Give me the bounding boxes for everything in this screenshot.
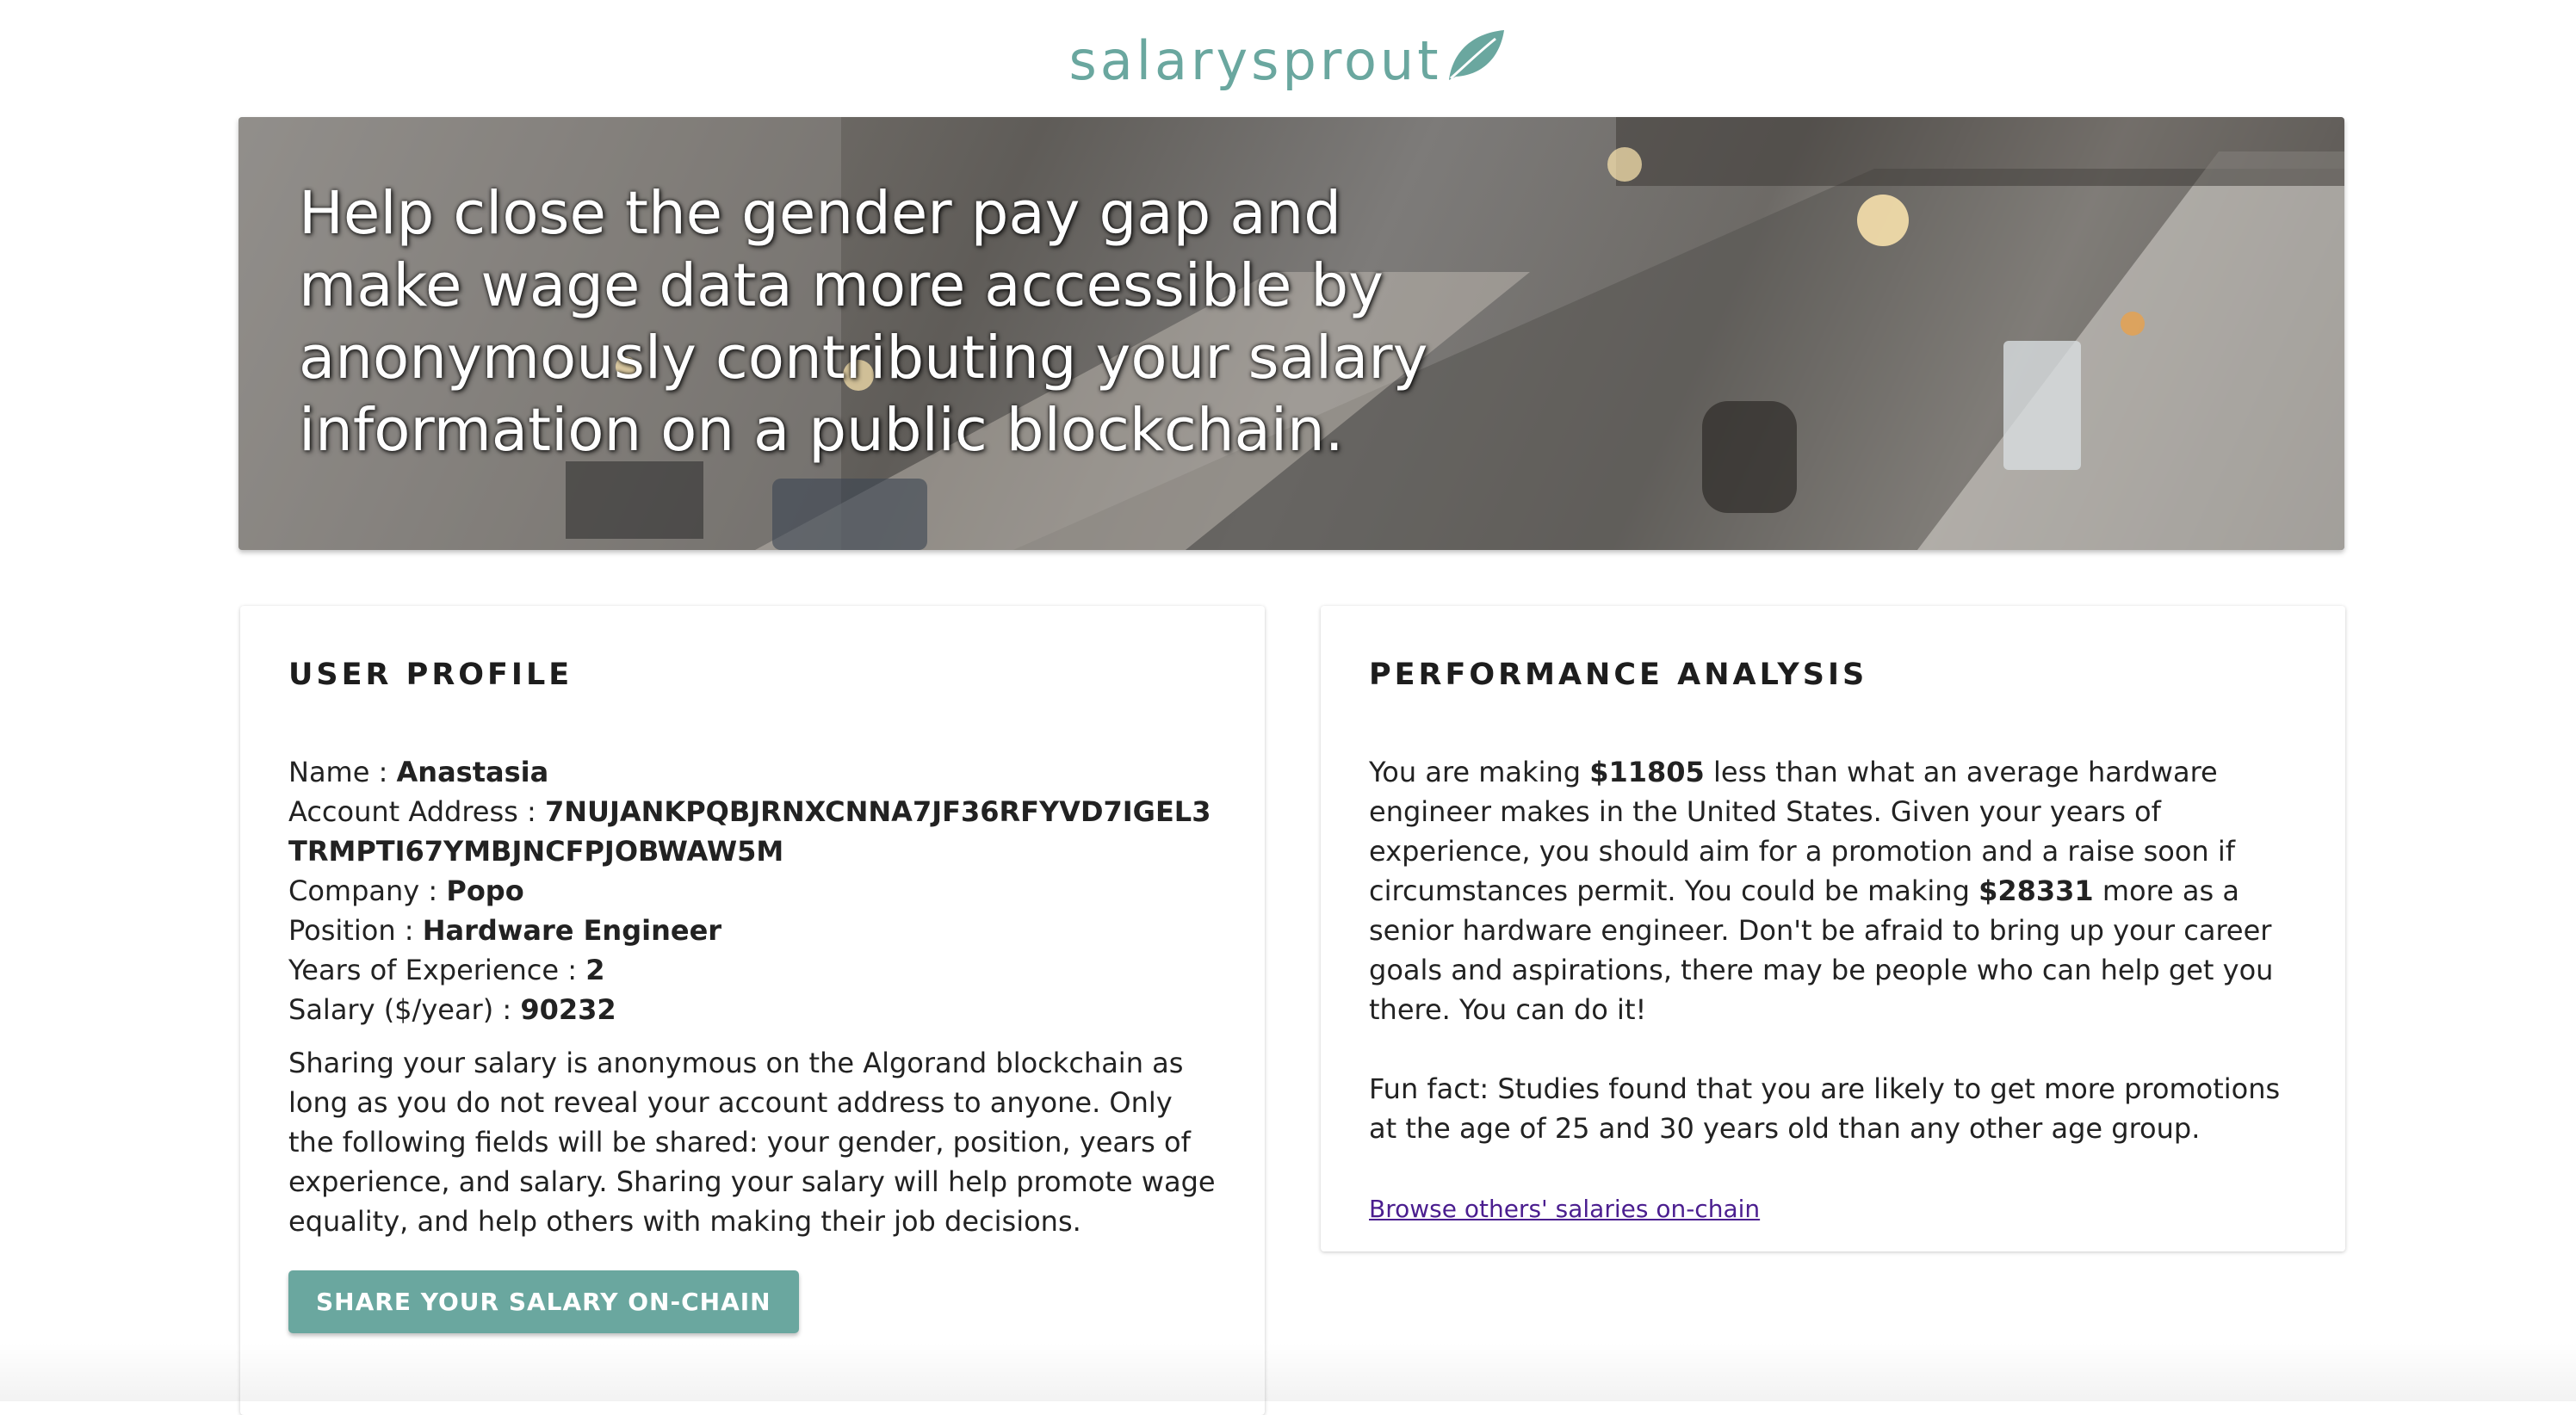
performance-analysis-card: PERFORMANCE ANALYSIS You are making $118… [1321,606,2345,1251]
salary-label: Salary ($/year) : [288,993,521,1026]
hero-banner: Help close the gender pay gap and make w… [238,117,2344,550]
leaf-icon [1448,30,1504,80]
analysis-amount-more: $28331 [1978,874,2094,907]
brand-name: salarysprout [1068,28,1442,92]
fun-fact-text: Fun fact: Studies found that you are lik… [1369,1072,2281,1145]
position-label: Position : [288,914,423,947]
share-salary-button[interactable]: SHARE YOUR SALARY ON-CHAIN [288,1270,799,1333]
profile-address-row: Account Address : 7NUJANKPQBJRNXCNNA7JF3… [288,792,1217,871]
profile-company-row: Company : Popo [288,871,1217,911]
browse-salaries-link[interactable]: Browse others' salaries on-chain [1369,1195,1760,1223]
name-value: Anastasia [396,756,549,788]
performance-analysis-title: PERFORMANCE ANALYSIS [1369,658,1868,692]
profile-name-row: Name : Anastasia [288,752,1217,792]
site-logo[interactable]: salarysprout [0,26,2576,95]
experience-label: Years of Experience : [288,954,586,986]
analysis-part-1: You are making [1369,756,1590,788]
company-label: Company : [288,874,447,907]
performance-analysis-text: You are making $11805 less than what an … [1369,752,2297,1029]
position-value: Hardware Engineer [422,914,722,947]
profile-salary-row: Salary ($/year) : 90232 [288,990,1217,1029]
address-label: Account Address : [288,795,545,828]
privacy-disclaimer: Sharing your salary is anonymous on the … [288,1047,1216,1238]
experience-value: 2 [585,954,605,986]
user-profile-card: USER PROFILE Name : Anastasia Account Ad… [240,606,1265,1415]
profile-experience-row: Years of Experience : 2 [288,950,1217,990]
user-profile-title: USER PROFILE [288,658,573,692]
hero-headline: Help close the gender pay gap and make w… [299,179,1428,465]
profile-position-row: Position : Hardware Engineer [288,911,1217,950]
company-value: Popo [446,874,524,907]
name-label: Name : [288,756,397,788]
analysis-amount-less: $11805 [1589,756,1705,788]
salary-value: 90232 [520,993,616,1026]
